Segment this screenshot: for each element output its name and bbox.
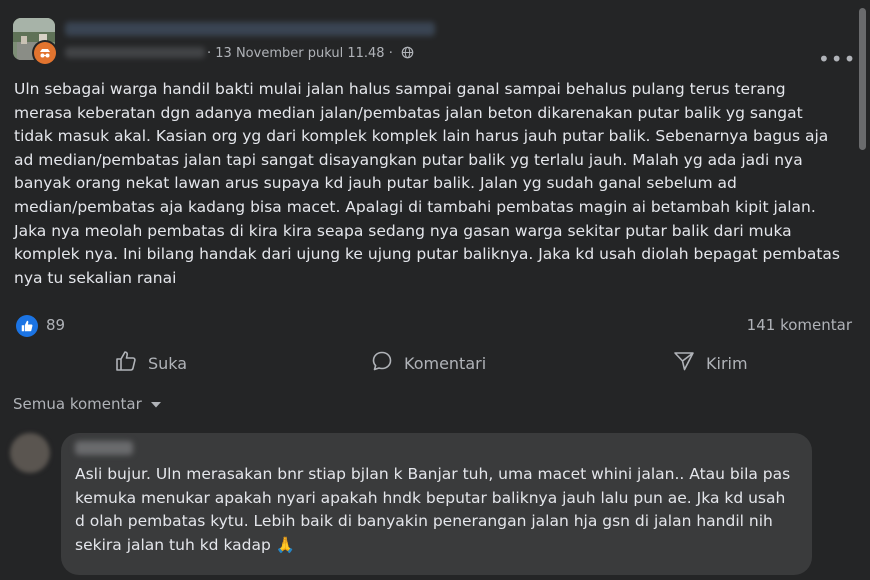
post-stats: 89 141 komentar [14,314,852,338]
post-timestamp[interactable]: 13 November pukul 11.48 [215,46,384,61]
like-count[interactable]: 89 [46,316,65,334]
comment-count[interactable]: 141 komentar [747,316,852,334]
globe-icon [401,46,414,63]
comment-button-label: Komentari [404,353,487,373]
thumbs-up-icon [114,349,138,377]
comment-filter-label: Semua komentar [13,395,142,413]
scrollbar-thumb[interactable] [859,8,866,150]
more-icon[interactable]: ••• [818,49,856,69]
like-reaction-icon[interactable] [16,315,38,337]
post-card: · 13 November pukul 11.48 · ••• Uln seba… [0,0,870,580]
comment-text: Asli bujur. Uln merasakan bnr stiap bjla… [75,465,791,554]
like-button-label: Suka [148,353,188,373]
action-bar: Suka Komentari Kirim [14,348,852,380]
meta-separator-2: · [388,46,393,61]
post-body: Uln sebagai warga handil bakti mulai jal… [14,80,841,287]
author-name-redacted[interactable] [65,22,435,36]
comment-button[interactable]: Komentari [370,348,486,378]
post-meta: · 13 November pukul 11.48 · [207,46,414,63]
commenter-name-redacted[interactable] [75,441,133,455]
comment-filter-dropdown[interactable]: Semua komentar [13,395,162,413]
commenter-avatar[interactable] [10,433,50,473]
send-button-label: Kirim [706,353,748,373]
send-icon [672,349,696,377]
caret-down-icon [150,395,162,413]
author-subtitle-redacted [65,47,205,58]
send-button[interactable]: Kirim [672,348,748,378]
like-button[interactable]: Suka [114,348,187,378]
more-label: ••• [818,47,857,71]
comment-icon [370,349,394,377]
comment-bubble: Asli bujur. Uln merasakan bnr stiap bjla… [61,433,812,575]
meta-separator: · [207,46,212,61]
privacy-badge-icon [32,40,58,66]
post-header: · 13 November pukul 11.48 · ••• [13,18,855,70]
